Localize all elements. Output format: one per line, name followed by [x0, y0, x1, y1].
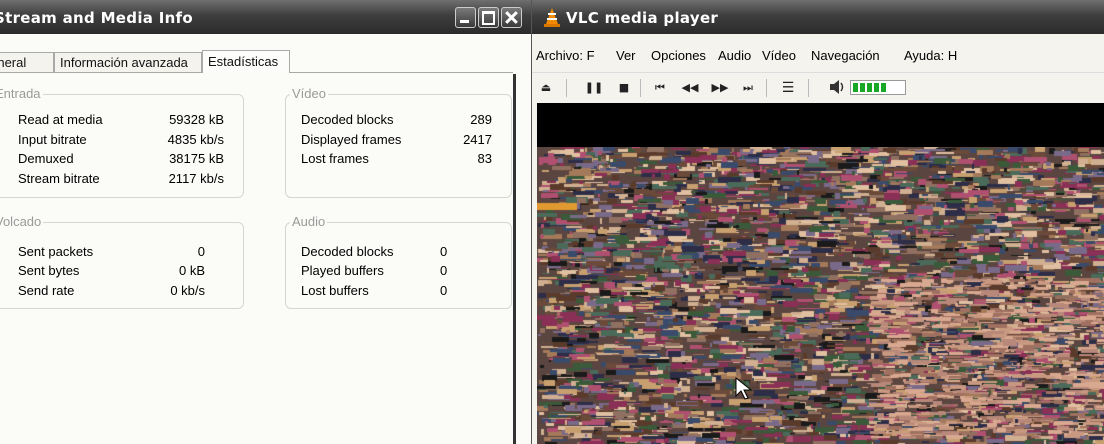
volume-level — [853, 83, 886, 92]
skip-back-icon[interactable]: ⏮ — [650, 78, 670, 98]
playback-toolbar: ⏏ ❚❚ ■ ⏮ ◀◀ ▶▶ ⏭ ☰ — [532, 72, 1104, 103]
stream-bitrate-label: Stream bitrate — [18, 171, 100, 186]
lost-frames-label: Lost frames — [301, 151, 369, 166]
displayed-frames-label: Displayed frames — [301, 132, 402, 147]
stop-icon[interactable]: ■ — [614, 78, 634, 98]
speaker-icon[interactable] — [827, 78, 847, 98]
eject-icon[interactable]: ⏏ — [536, 78, 556, 98]
menu-opciones[interactable]: Opciones — [651, 48, 706, 63]
tab-statistics[interactable]: Estadísticas — [202, 50, 290, 73]
menu-navegacion[interactable]: Navegación — [811, 48, 880, 63]
audio-decoded-value: 0 — [440, 244, 448, 259]
demuxed-label: Demuxed — [18, 151, 74, 166]
input-read-label: Read at media — [18, 112, 103, 127]
send-rate-value: 0 kb/s — [170, 283, 205, 298]
menu-ayuda[interactable]: Ayuda: H — [904, 48, 957, 63]
sent-bytes-value: 0 kB — [178, 263, 205, 278]
vlc-title-bar[interactable]: VLC media player — [532, 0, 1104, 34]
menu-ver[interactable]: Ver — [616, 48, 636, 63]
video-decoded-value: 289 — [470, 112, 492, 127]
audio-group-title: Audio — [290, 214, 328, 229]
lost-buffers-value: 0 — [440, 283, 448, 298]
audio-decoded-label: Decoded blocks — [301, 244, 394, 259]
close-button[interactable] — [501, 7, 522, 28]
lost-frames-value: 83 — [477, 151, 492, 166]
volume-slider[interactable] — [850, 80, 906, 95]
playlist-icon[interactable]: ☰ — [778, 78, 798, 98]
toolbar-separator — [640, 79, 641, 97]
vlc-window-title: VLC media player — [566, 9, 719, 27]
send-rate-label: Send rate — [18, 283, 75, 298]
lost-buffers-label: Lost buffers — [301, 283, 369, 298]
mouse-cursor-icon — [735, 377, 753, 400]
sent-packets-value: 0 — [197, 244, 205, 259]
input-group-title: Entrada — [0, 86, 43, 101]
stream-media-info-window: Stream and Media Info General Informació… — [0, 0, 532, 444]
video-group-title: Vídeo — [290, 86, 328, 101]
info-title-bar[interactable]: Stream and Media Info — [0, 0, 531, 34]
tab-advanced-info[interactable]: Información avanzada — [54, 52, 202, 72]
stream-bitrate-value: 2117 kb/s — [168, 171, 224, 186]
video-decoded-label: Decoded blocks — [301, 112, 394, 127]
sent-bytes-label: Sent bytes — [18, 263, 80, 278]
vlc-window: VLC media player Archivo: F Ver Opciones… — [532, 0, 1104, 444]
input-bitrate-value: 4835 kb/s — [167, 132, 224, 147]
sent-packets-label: Sent packets — [18, 244, 94, 259]
played-buffers-label: Played buffers — [301, 263, 384, 278]
input-read-value: 59328 kB — [169, 112, 224, 127]
video-frame — [537, 147, 1104, 444]
menu-bar: Archivo: F Ver Opciones Audio Vídeo Nave… — [532, 42, 1104, 70]
toolbar-separator — [766, 79, 767, 97]
info-tabs: General Información avanzada Estadística… — [0, 50, 513, 73]
rewind-icon[interactable]: ◀◀ — [680, 78, 700, 98]
menu-video[interactable]: Vídeo — [762, 48, 796, 63]
menu-archivo[interactable]: Archivo: F — [536, 48, 595, 63]
fast-forward-icon[interactable]: ▶▶ — [710, 78, 730, 98]
menu-audio[interactable]: Audio — [718, 48, 751, 63]
played-buffers-value: 0 — [440, 263, 448, 278]
pause-icon[interactable]: ❚❚ — [584, 78, 604, 98]
toolbar-separator — [566, 79, 567, 97]
output-group-title: Volcado — [0, 214, 44, 229]
demuxed-value: 38175 kB — [169, 151, 224, 166]
toolbar-separator — [808, 79, 809, 97]
scrollbar[interactable] — [513, 74, 516, 444]
maximize-button[interactable] — [478, 7, 499, 28]
input-bitrate-label: Input bitrate — [18, 132, 87, 147]
vlc-cone-icon — [544, 7, 560, 31]
minimize-button[interactable] — [455, 7, 476, 28]
info-window-title: Stream and Media Info — [0, 9, 193, 27]
skip-forward-icon[interactable]: ⏭ — [738, 78, 758, 98]
video-area[interactable] — [537, 103, 1104, 444]
tab-general[interactable]: General — [0, 52, 54, 72]
displayed-frames-value: 2417 — [463, 132, 492, 147]
